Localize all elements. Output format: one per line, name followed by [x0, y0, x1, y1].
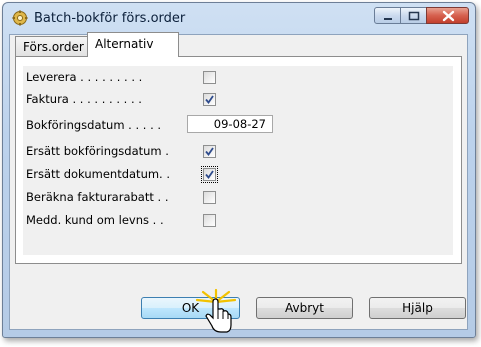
options-group: Leverera . . . . . . . . . Faktura . . .…: [23, 66, 453, 255]
ersatt-bokforingsdatum-checkbox[interactable]: [203, 145, 216, 158]
help-button-label: Hjälp: [402, 301, 433, 315]
tab-alternativ[interactable]: Alternativ: [87, 32, 179, 57]
option-label: Beräkna fakturarabatt . .: [26, 190, 169, 204]
option-label: Ersätt bokföringsdatum .: [26, 144, 169, 158]
medd-kund-checkbox[interactable]: [203, 214, 216, 227]
option-label: Bokföringsdatum . . . . .: [26, 118, 162, 132]
tab-fors-order[interactable]: Förs.order: [15, 36, 88, 56]
maximize-button[interactable]: [400, 7, 427, 24]
cancel-button-label: Avbryt: [285, 301, 324, 315]
leverera-checkbox[interactable]: [203, 71, 216, 84]
app-gear-icon: [12, 10, 28, 26]
bokforingsdatum-input[interactable]: 09-08-27: [187, 115, 273, 133]
checkmark-icon: [205, 170, 214, 179]
dialog-client-area: Förs.order Alternativ Leverera . . . . .…: [9, 32, 468, 330]
option-label: Leverera . . . . . . . . .: [26, 70, 143, 84]
minimize-button[interactable]: [374, 7, 401, 24]
checkmark-icon: [205, 95, 214, 104]
berakna-fakturarabatt-checkbox[interactable]: [203, 191, 216, 204]
window-title: Batch-bokför förs.order: [34, 11, 186, 26]
ersatt-dokumentdatum-checkbox[interactable]: [201, 166, 218, 183]
tab-label: Alternativ: [95, 37, 154, 51]
help-button[interactable]: Hjälp: [369, 297, 466, 319]
checkmark-icon: [205, 147, 214, 156]
option-label: Medd. kund om levns . .: [26, 213, 164, 227]
option-label: Ersätt dokumentdatum. .: [26, 167, 171, 181]
hand-cursor-icon: [195, 288, 237, 333]
option-label: Faktura . . . . . . . . . .: [26, 92, 142, 106]
cancel-button[interactable]: Avbryt: [256, 297, 353, 319]
tab-panel: Leverera . . . . . . . . . Faktura . . .…: [15, 56, 462, 264]
faktura-checkbox[interactable]: [203, 93, 216, 106]
dialog-window: Batch-bokför förs.order Förs.order Alter…: [2, 2, 476, 338]
close-button[interactable]: [426, 7, 469, 24]
tab-label: Förs.order: [23, 40, 84, 54]
title-bar[interactable]: Batch-bokför förs.order: [3, 3, 475, 33]
